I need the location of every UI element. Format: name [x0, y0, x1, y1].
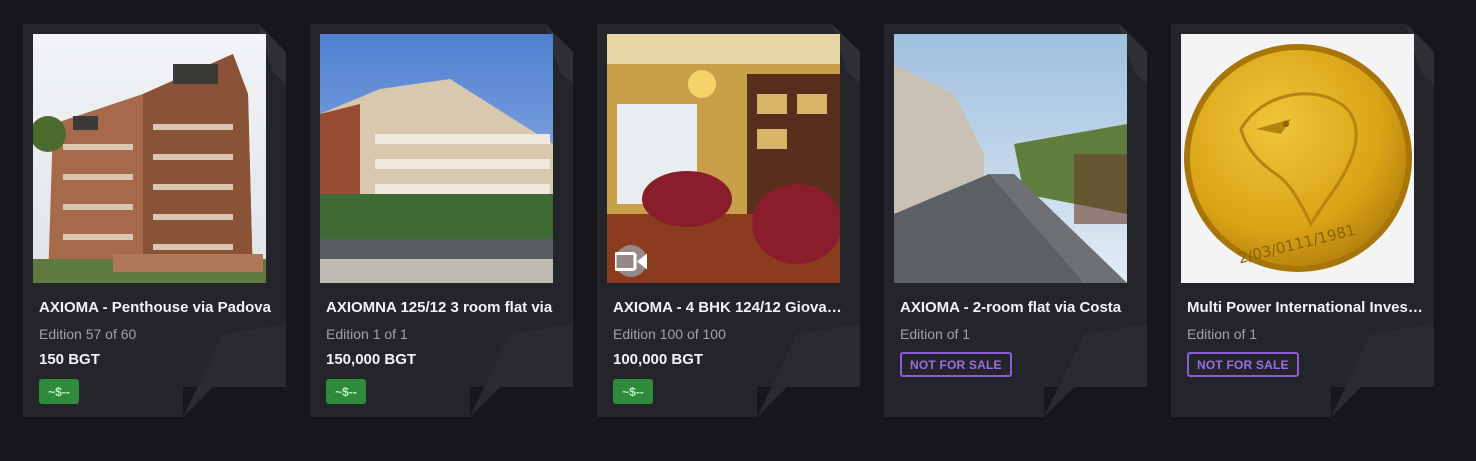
nft-card[interactable]: 2/03/0111/1981 Multi Power International…: [1171, 24, 1434, 417]
nft-card[interactable]: AXIOMA - Penthouse via Padova Edition 57…: [23, 24, 286, 417]
edition-text: Edition 100 of 100: [613, 326, 726, 342]
usd-price-chip: ~$--: [39, 379, 79, 404]
residential-building-photo[interactable]: [320, 34, 553, 283]
usd-price-chip: ~$--: [613, 379, 653, 404]
card-title[interactable]: AXIOMA - Penthouse via Padova: [39, 299, 275, 316]
apartment-building-photo[interactable]: [33, 34, 266, 283]
gold-coin-eagle-image[interactable]: 2/03/0111/1981: [1181, 34, 1414, 283]
price-text: 150,000 BGT: [326, 351, 417, 368]
living-room-photo[interactable]: [607, 34, 840, 283]
nft-card[interactable]: AXIOMNA 125/12 3 room flat via Edition 1…: [310, 24, 573, 417]
not-for-sale-badge: NOT FOR SALE: [1187, 352, 1299, 377]
edition-text: Edition 57 of 60: [39, 326, 137, 342]
card-title[interactable]: Multi Power International Investment: [1187, 299, 1423, 316]
usd-price-chip: ~$--: [326, 379, 366, 404]
street-photo[interactable]: [894, 34, 1127, 283]
card-title[interactable]: AXIOMA - 2-room flat via Costa: [900, 299, 1136, 316]
nft-card[interactable]: AXIOMA - 2-room flat via Costa Edition o…: [884, 24, 1147, 417]
card-title[interactable]: AXIOMNA 125/12 3 room flat via: [326, 299, 562, 316]
nft-card[interactable]: AXIOMA - 4 BHK 124/12 Giovanni Edition 1…: [597, 24, 860, 417]
price-text: 100,000 BGT: [613, 351, 704, 368]
edition-text: Edition 1 of 1: [326, 326, 408, 342]
edition-text: Edition of 1: [900, 326, 971, 342]
card-title[interactable]: AXIOMA - 4 BHK 124/12 Giovanni: [613, 299, 849, 316]
edition-text: Edition of 1: [1187, 326, 1258, 342]
video-camera-icon[interactable]: [615, 245, 647, 277]
price-text: 150 BGT: [39, 351, 100, 368]
not-for-sale-badge: NOT FOR SALE: [900, 352, 1012, 377]
